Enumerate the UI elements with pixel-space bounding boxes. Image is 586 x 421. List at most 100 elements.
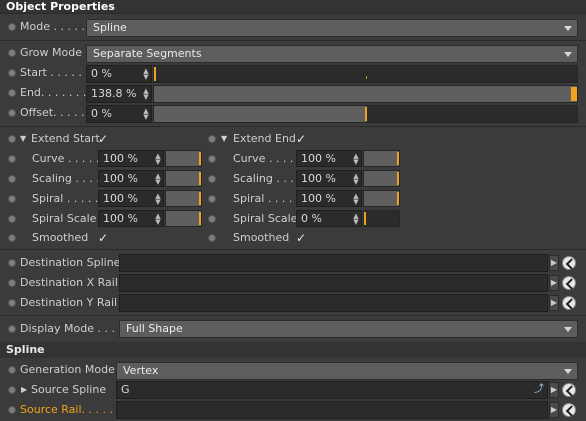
right-curve-input[interactable]: 100 % ▲ ▼ <box>296 150 362 167</box>
expand-arrow-icon[interactable]: ▶ <box>549 275 559 291</box>
grow-mode-keyframe-dot[interactable] <box>8 49 16 57</box>
spin-arrows-icon[interactable]: ▲ ▼ <box>143 108 149 121</box>
right-curve-slider[interactable] <box>363 150 400 167</box>
destination-y-rail-link-field[interactable] <box>119 294 548 312</box>
mode-value: Spline <box>93 21 127 34</box>
right-spiral-input[interactable]: 100 % ▲ ▼ <box>296 190 362 207</box>
expand-arrow-icon[interactable]: ▶ <box>549 255 559 271</box>
end-slider-handle[interactable] <box>571 87 577 101</box>
right-scaling-input[interactable]: 100 % ▲ ▼ <box>296 170 362 187</box>
display-mode-keyframe-dot[interactable] <box>8 325 16 333</box>
pick-object-icon[interactable] <box>562 276 576 290</box>
slider-handle[interactable] <box>397 152 399 165</box>
spin-arrows-icon[interactable]: ▲ ▼ <box>155 213 161 226</box>
right-spiral-slider[interactable] <box>363 190 400 207</box>
destination-spline-keyframe-dot[interactable] <box>8 259 16 267</box>
generation-mode-dropdown[interactable]: Vertex <box>116 362 578 380</box>
spin-arrows-icon[interactable]: ▲ ▼ <box>353 173 359 186</box>
right-curve-keyframe-dot[interactable] <box>208 155 216 163</box>
left-spiral-scale-input[interactable]: 100 % ▲ ▼ <box>98 210 164 227</box>
source-rail-link-field[interactable] <box>116 401 548 419</box>
display-mode-dropdown[interactable]: Full Shape <box>119 320 578 338</box>
collapse-triangle-icon[interactable]: ▼ <box>20 130 26 148</box>
right-spiral-scale-keyframe-dot[interactable] <box>208 215 216 223</box>
start-slider[interactable] <box>153 65 578 83</box>
collapse-triangle-icon[interactable]: ▼ <box>221 130 227 148</box>
start-keyframe-dot[interactable] <box>8 69 16 77</box>
slider-handle[interactable] <box>199 172 201 185</box>
spin-arrows-icon[interactable]: ▲ ▼ <box>143 68 149 81</box>
slider-handle[interactable] <box>199 212 201 225</box>
left-smoothed-checkbox[interactable]: ✓ <box>98 229 108 247</box>
extend-start-checkbox[interactable]: ✓ <box>98 130 108 148</box>
left-scaling-keyframe-dot[interactable] <box>8 175 16 183</box>
slider-handle[interactable] <box>364 212 366 225</box>
extend-start-keyframe-dot[interactable] <box>8 135 16 143</box>
divider <box>0 40 586 41</box>
expand-arrow-icon[interactable]: ▶ <box>549 402 559 418</box>
right-smoothed-keyframe-dot[interactable] <box>208 234 216 242</box>
destination-spline-link-field[interactable] <box>119 254 548 272</box>
end-slider[interactable] <box>153 85 578 103</box>
generation-mode-keyframe-dot[interactable] <box>8 366 16 374</box>
pick-object-icon[interactable] <box>562 403 576 417</box>
offset-slider-handle[interactable] <box>365 107 367 121</box>
spin-arrows-icon[interactable]: ▲ ▼ <box>353 153 359 166</box>
end-keyframe-dot[interactable] <box>8 89 16 97</box>
destination-spline-label: Destination Spline <box>20 256 121 269</box>
offset-input[interactable]: 0 % ▲ ▼ <box>86 105 152 123</box>
right-scaling-keyframe-dot[interactable] <box>208 175 216 183</box>
end-input[interactable]: 138.8 % ▲ ▼ <box>86 85 152 103</box>
expand-triangle-icon[interactable]: ▶ <box>21 381 27 399</box>
start-input[interactable]: 0 % ▲ ▼ <box>86 65 152 83</box>
right-smoothed-checkbox[interactable]: ✓ <box>296 229 306 247</box>
extend-end-keyframe-dot[interactable] <box>208 135 216 143</box>
pick-object-icon[interactable] <box>562 296 576 310</box>
spin-arrows-icon[interactable]: ▲ ▼ <box>155 193 161 206</box>
left-curve-input[interactable]: 100 % ▲ ▼ <box>98 150 164 167</box>
destination-x-rail-link-field[interactable] <box>119 274 548 292</box>
pick-object-icon[interactable] <box>562 383 576 397</box>
left-curve-keyframe-dot[interactable] <box>8 155 16 163</box>
right-spiral-scale-value: 0 % <box>301 212 322 225</box>
slider-handle[interactable] <box>199 152 201 165</box>
right-spiral-scale-slider[interactable] <box>363 210 400 227</box>
pick-object-icon[interactable] <box>562 256 576 270</box>
slider-handle[interactable] <box>397 192 399 205</box>
destination-x-rail-keyframe-dot[interactable] <box>8 279 16 287</box>
spin-arrows-icon[interactable]: ▲ ▼ <box>353 193 359 206</box>
right-scaling-slider[interactable] <box>363 170 400 187</box>
spin-arrows-icon[interactable]: ▲ ▼ <box>143 88 149 101</box>
source-rail-keyframe-dot[interactable] <box>8 406 16 414</box>
left-curve-slider[interactable] <box>165 150 202 167</box>
offset-keyframe-dot[interactable] <box>8 109 16 117</box>
left-scaling-slider[interactable] <box>165 170 202 187</box>
offset-slider[interactable] <box>153 105 578 123</box>
left-spiral-scale-slider[interactable] <box>165 210 202 227</box>
left-spiral-input[interactable]: 100 % ▲ ▼ <box>98 190 164 207</box>
source-spline-keyframe-dot[interactable] <box>8 386 16 394</box>
left-spiral-keyframe-dot[interactable] <box>8 195 16 203</box>
destination-y-rail-keyframe-dot[interactable] <box>8 299 16 307</box>
spin-arrows-icon[interactable]: ▲ ▼ <box>155 173 161 186</box>
spin-arrows-icon[interactable]: ▲ ▼ <box>353 213 359 226</box>
expand-arrow-icon[interactable]: ▶ <box>549 382 559 398</box>
divider <box>0 126 586 127</box>
slider-handle[interactable] <box>397 172 399 185</box>
chevron-down-icon <box>564 327 572 332</box>
grow-mode-dropdown[interactable]: Separate Segments <box>86 45 578 63</box>
expand-arrow-icon[interactable]: ▶ <box>549 295 559 311</box>
mode-dropdown[interactable]: Spline <box>86 19 578 37</box>
start-slider-handle[interactable] <box>154 67 156 81</box>
spin-arrows-icon[interactable]: ▲ ▼ <box>155 153 161 166</box>
left-spiral-slider[interactable] <box>165 190 202 207</box>
left-smoothed-keyframe-dot[interactable] <box>8 234 16 242</box>
mode-keyframe-dot[interactable] <box>8 23 16 31</box>
left-scaling-input[interactable]: 100 % ▲ ▼ <box>98 170 164 187</box>
slider-handle[interactable] <box>199 192 201 205</box>
extend-end-checkbox[interactable]: ✓ <box>296 130 306 148</box>
right-spiral-scale-input[interactable]: 0 % ▲ ▼ <box>296 210 362 227</box>
left-spiral-scale-keyframe-dot[interactable] <box>8 215 16 223</box>
right-spiral-keyframe-dot[interactable] <box>208 195 216 203</box>
source-spline-link-field[interactable]: G ⤴ <box>116 381 548 399</box>
